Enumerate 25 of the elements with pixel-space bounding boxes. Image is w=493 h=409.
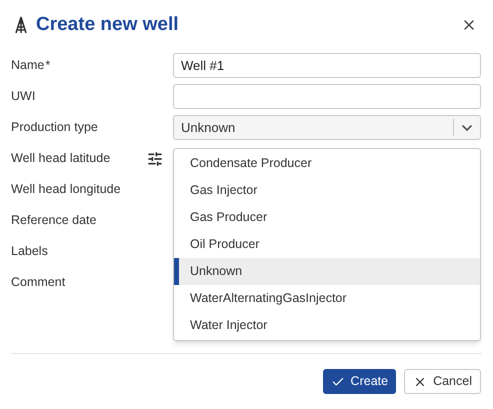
field-label: Well head latitude [11,150,110,168]
dialog-title: Create new well [36,12,180,37]
dropdown-option[interactable]: Gas Injector [174,177,480,204]
dropdown-option[interactable]: WaterAlternatingGasInjector [174,285,480,312]
cancel-button[interactable]: Cancel [404,369,481,394]
required-mark: * [45,57,50,74]
dropdown-option[interactable]: Oil Producer [174,231,480,258]
dropdown-option[interactable]: Water Injector [174,312,480,339]
field-label: Production type [11,119,98,136]
field-label: UWI [11,88,36,106]
dropdown-option[interactable]: Unknown [174,258,480,285]
text-field[interactable] [173,84,481,109]
field-label: Labels [11,243,48,260]
sliders-icon[interactable] [147,150,163,166]
field-label: Comment [11,274,66,292]
field-label: Name [11,57,44,74]
create-button[interactable]: Create [322,369,396,394]
field-label: Reference date [11,212,96,230]
text-field[interactable]: Well #1 [173,53,481,78]
field-label: Well head longitude [11,181,121,198]
dropdown-field[interactable]: Unknown [173,115,481,140]
dropdown-option[interactable]: Gas Producer [174,204,480,231]
dropdown-value: Unknown [180,118,236,137]
derrick-icon [14,16,28,34]
dropdown-option[interactable]: Condensate Producer [174,150,480,177]
